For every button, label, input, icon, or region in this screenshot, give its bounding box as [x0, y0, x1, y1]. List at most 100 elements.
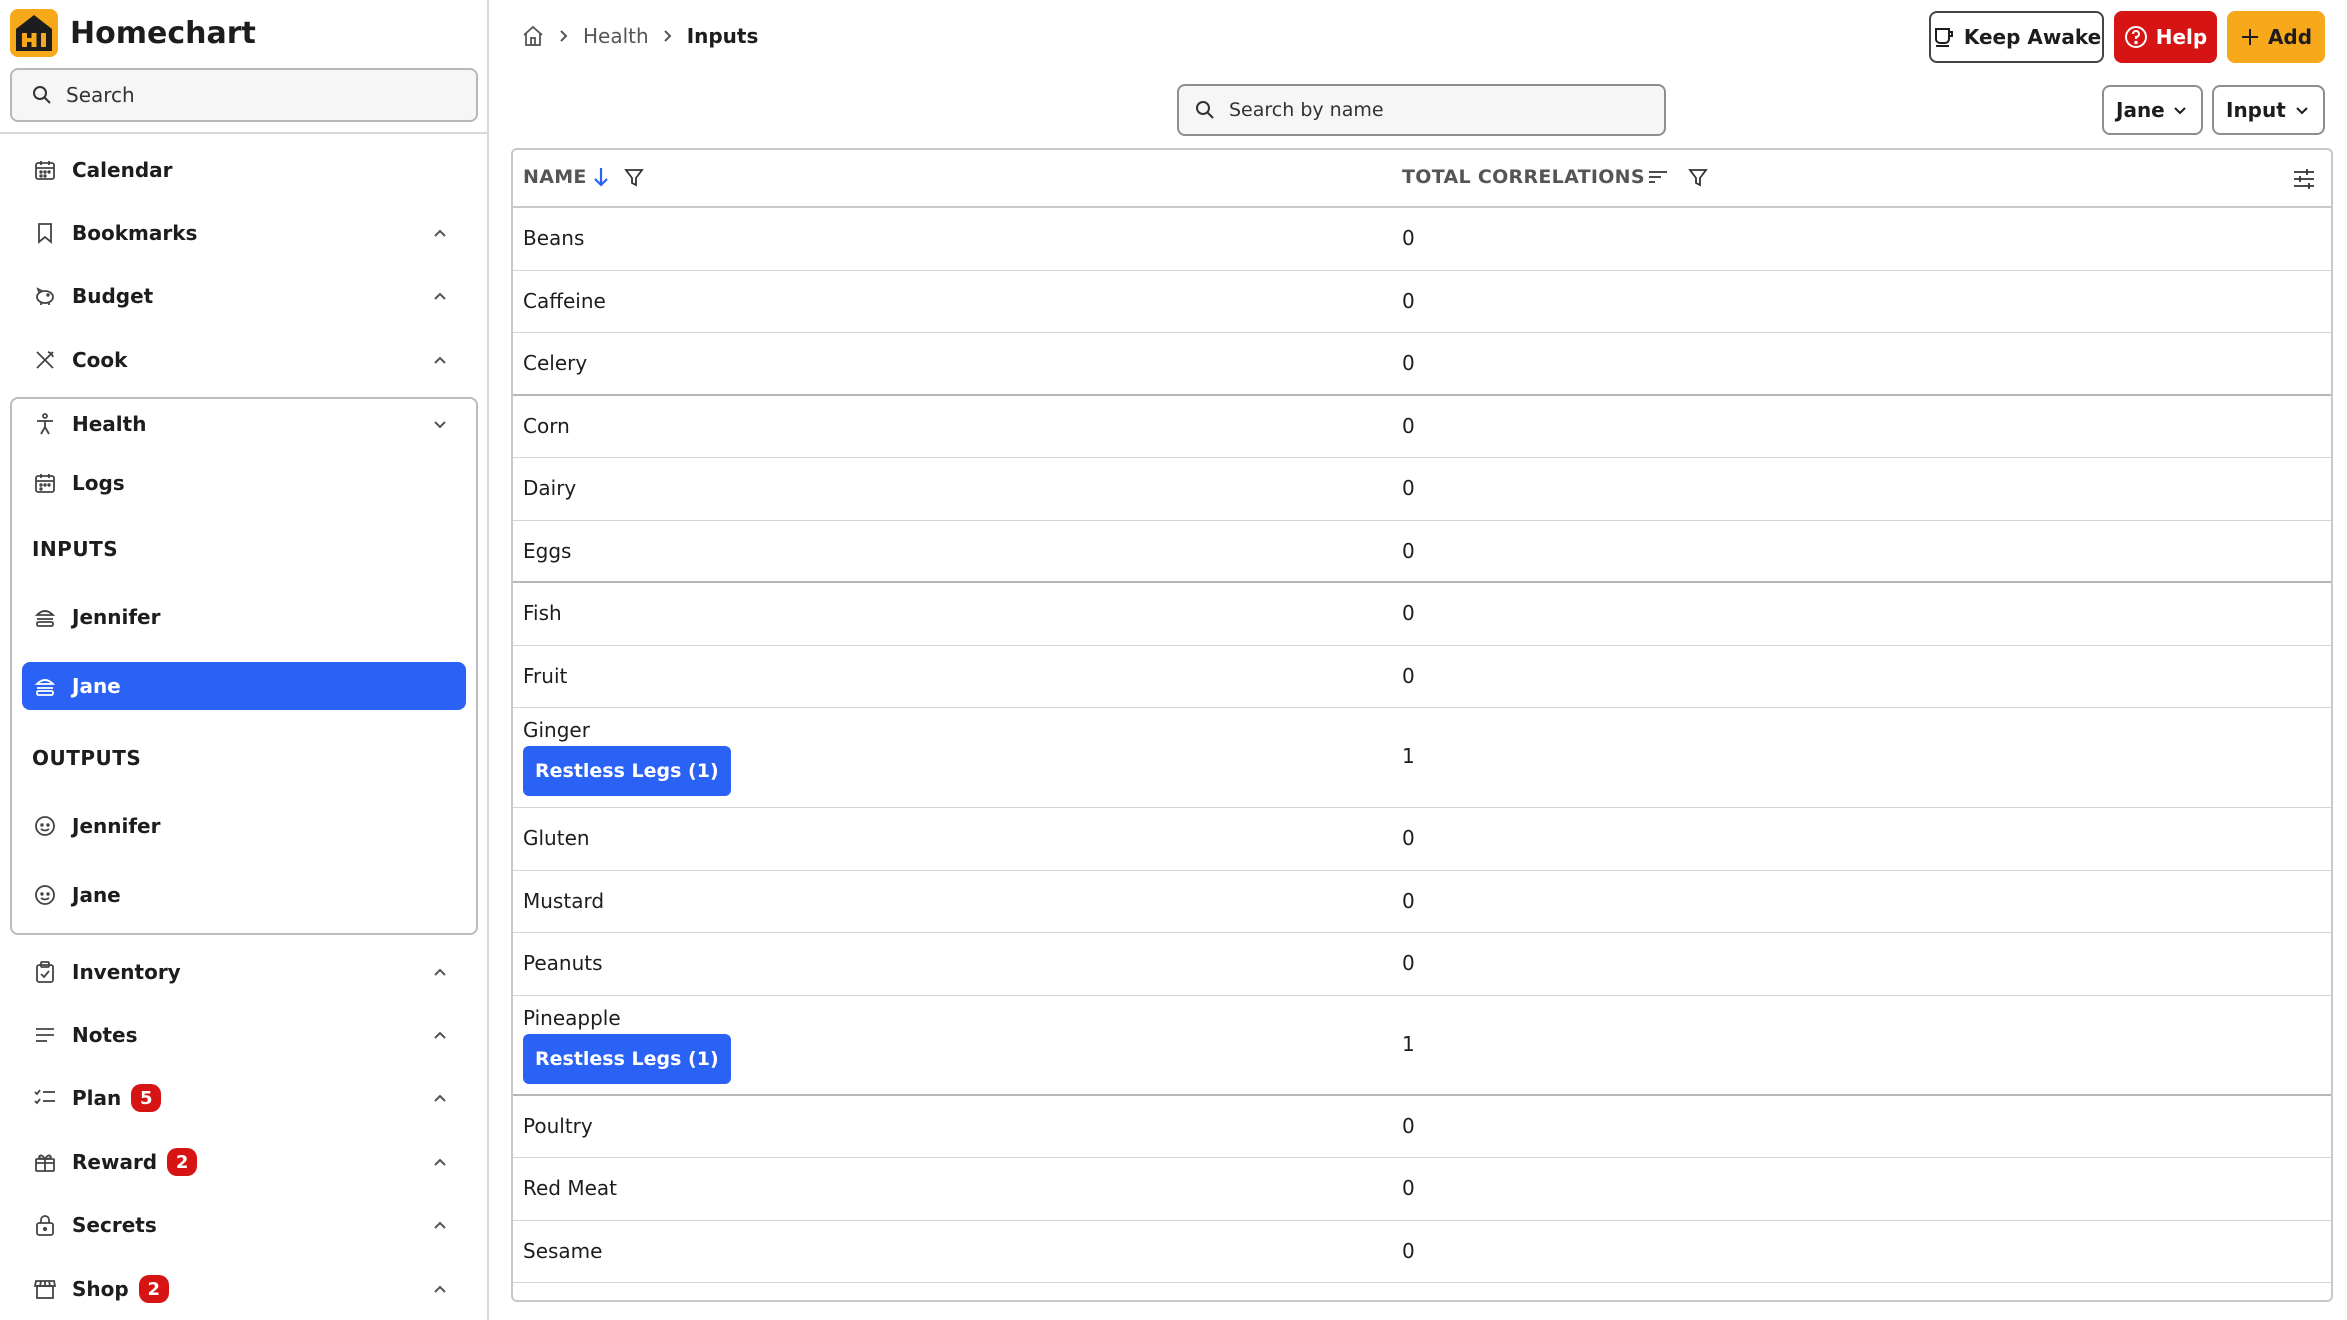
- sidebar-item-label: Shop: [72, 1277, 129, 1301]
- add-label: Add: [2267, 25, 2313, 49]
- chevron-right-icon: [560, 30, 568, 42]
- cell-name: Gluten: [523, 826, 590, 850]
- sidebar-item-plan[interactable]: Plan 5: [32, 1074, 462, 1122]
- correlation-tag[interactable]: Restless Legs (1): [523, 746, 731, 796]
- cell-total-correlations: 0: [1402, 476, 1415, 500]
- sidebar-item-label: Reward: [72, 1150, 158, 1174]
- cell-total-correlations: 0: [1402, 351, 1415, 375]
- table-row[interactable]: Fish 0: [513, 583, 2331, 646]
- sort-icon[interactable]: [1647, 167, 1669, 187]
- cell-total-correlations: 0: [1402, 226, 1415, 250]
- sidebar-item-output-jane[interactable]: Jane: [32, 871, 462, 919]
- chevron-up-icon[interactable]: [428, 348, 452, 372]
- chevron-up-icon[interactable]: [428, 1086, 452, 1110]
- chevron-up-icon[interactable]: [428, 221, 452, 245]
- correlation-tag[interactable]: Restless Legs (1): [523, 1033, 731, 1084]
- type-select-value: Input: [2226, 98, 2286, 122]
- cell-name: Mustard: [523, 888, 605, 913]
- add-button[interactable]: Add: [2227, 11, 2325, 63]
- search-placeholder: Search by name: [1229, 99, 1384, 121]
- person-select[interactable]: Jane: [2102, 85, 2203, 135]
- sidebar-item-secrets[interactable]: Secrets: [32, 1201, 462, 1249]
- table-row[interactable]: Sesame 0: [513, 1221, 2331, 1283]
- table-row[interactable]: Peanuts 0: [513, 933, 2331, 996]
- filter-icon[interactable]: [623, 166, 645, 188]
- sidebar-item-logs[interactable]: Logs: [32, 459, 462, 507]
- sidebar-item-health[interactable]: Health: [32, 400, 462, 448]
- column-settings-icon[interactable]: [2291, 166, 2317, 192]
- keep-awake-button[interactable]: Keep Awake: [1929, 11, 2104, 63]
- cell-name: Fish: [523, 601, 562, 625]
- cell-total-correlations: 0: [1402, 951, 1415, 975]
- keep-awake-label: Keep Awake: [1963, 25, 2102, 49]
- chevron-up-icon[interactable]: [428, 1023, 452, 1047]
- sidebar-item-label: Jennifer: [72, 605, 161, 629]
- plan-count-badge: 5: [131, 1084, 162, 1112]
- chevron-up-icon[interactable]: [428, 1277, 452, 1301]
- table-row[interactable]: Red Meat 0: [513, 1158, 2331, 1221]
- sidebar-search-input[interactable]: Search: [10, 68, 478, 122]
- filter-icon[interactable]: [1687, 166, 1709, 188]
- column-header-name[interactable]: NAME: [523, 166, 645, 188]
- table-header: NAME TOTAL CORRELATIONS: [513, 150, 2331, 208]
- sidebar-item-bookmarks[interactable]: Bookmarks: [32, 209, 462, 257]
- table-row[interactable]: Corn 0: [513, 396, 2331, 458]
- table-row[interactable]: Fruit 0: [513, 646, 2331, 708]
- table-row[interactable]: Dairy 0: [513, 458, 2331, 521]
- table-row[interactable]: Celery 0: [513, 333, 2331, 396]
- sidebar-item-reward[interactable]: Reward 2: [32, 1138, 462, 1186]
- chevron-up-icon[interactable]: [428, 1213, 452, 1237]
- table-row[interactable]: Eggs 0: [513, 521, 2331, 583]
- sidebar-item-label: Inventory: [72, 960, 181, 984]
- shop-count-badge: 2: [138, 1275, 169, 1303]
- sidebar-item-label: Jennifer: [72, 814, 161, 838]
- cell-name: Fruit: [523, 663, 568, 688]
- table-row[interactable]: Pineapple 1 Restless Legs (1): [513, 996, 2331, 1096]
- table-row[interactable]: Poultry 0: [513, 1096, 2331, 1158]
- help-button[interactable]: Help: [2114, 11, 2217, 63]
- sidebar-item-output-jennifer[interactable]: Jennifer: [32, 802, 462, 850]
- cell-name: Celery: [523, 351, 588, 375]
- burger-icon: [32, 673, 58, 699]
- cell-total-correlations: 0: [1402, 888, 1415, 913]
- sidebar-item-calendar[interactable]: Calendar: [32, 146, 462, 194]
- chevron-down-icon[interactable]: [428, 412, 452, 436]
- brand[interactable]: Homechart: [10, 8, 256, 58]
- home-icon[interactable]: [521, 24, 545, 48]
- chevron-up-icon[interactable]: [428, 960, 452, 984]
- sort-descending-icon[interactable]: [591, 166, 611, 188]
- chevron-up-icon[interactable]: [428, 284, 452, 308]
- type-select[interactable]: Input: [2212, 85, 2325, 135]
- breadcrumb: Health Inputs: [521, 20, 758, 52]
- sidebar-item-cook[interactable]: Cook: [32, 336, 462, 384]
- sidebar-item-shop[interactable]: Shop 2: [32, 1265, 462, 1313]
- table-row[interactable]: Mustard 0: [513, 871, 2331, 933]
- sidebar-item-label: Jane: [72, 674, 121, 698]
- column-header-corr-label: TOTAL CORRELATIONS: [1402, 166, 1645, 188]
- sidebar-item-inventory[interactable]: Inventory: [32, 948, 462, 996]
- table-row[interactable]: Beans 0: [513, 208, 2331, 271]
- cell-name: Caffeine: [523, 288, 606, 313]
- column-header-name-label: NAME: [523, 166, 587, 188]
- chevron-up-icon[interactable]: [428, 1150, 452, 1174]
- outputs-section-label: OUTPUTS: [32, 746, 142, 770]
- sidebar-item-label: Plan: [72, 1086, 122, 1110]
- table-row[interactable]: Gluten 0: [513, 808, 2331, 871]
- inputs-table: NAME TOTAL CORRELATIONS Beans 0 Caffeine 0 C…: [511, 148, 2333, 1302]
- column-header-total-correlations[interactable]: TOTAL CORRELATIONS: [1402, 166, 1709, 188]
- bookmark-icon: [32, 220, 58, 246]
- piggy-bank-icon: [32, 283, 58, 309]
- table-row[interactable]: Ginger 1 Restless Legs (1): [513, 708, 2331, 808]
- help-label: Help: [2155, 25, 2208, 49]
- sidebar-item-input-jane[interactable]: Jane: [32, 662, 462, 710]
- breadcrumb-health[interactable]: Health: [583, 24, 649, 48]
- chevron-down-icon: [2174, 107, 2186, 115]
- cell-total-correlations: 0: [1402, 538, 1415, 563]
- sidebar-item-budget[interactable]: Budget: [32, 272, 462, 320]
- app-title: Homechart: [70, 15, 256, 51]
- sidebar-item-input-jennifer[interactable]: Jennifer: [32, 593, 462, 641]
- cell-total-correlations: 0: [1402, 288, 1415, 313]
- search-by-name-input[interactable]: Search by name: [1177, 84, 1666, 136]
- table-row[interactable]: Caffeine 0: [513, 271, 2331, 333]
- sidebar-item-notes[interactable]: Notes: [32, 1011, 462, 1059]
